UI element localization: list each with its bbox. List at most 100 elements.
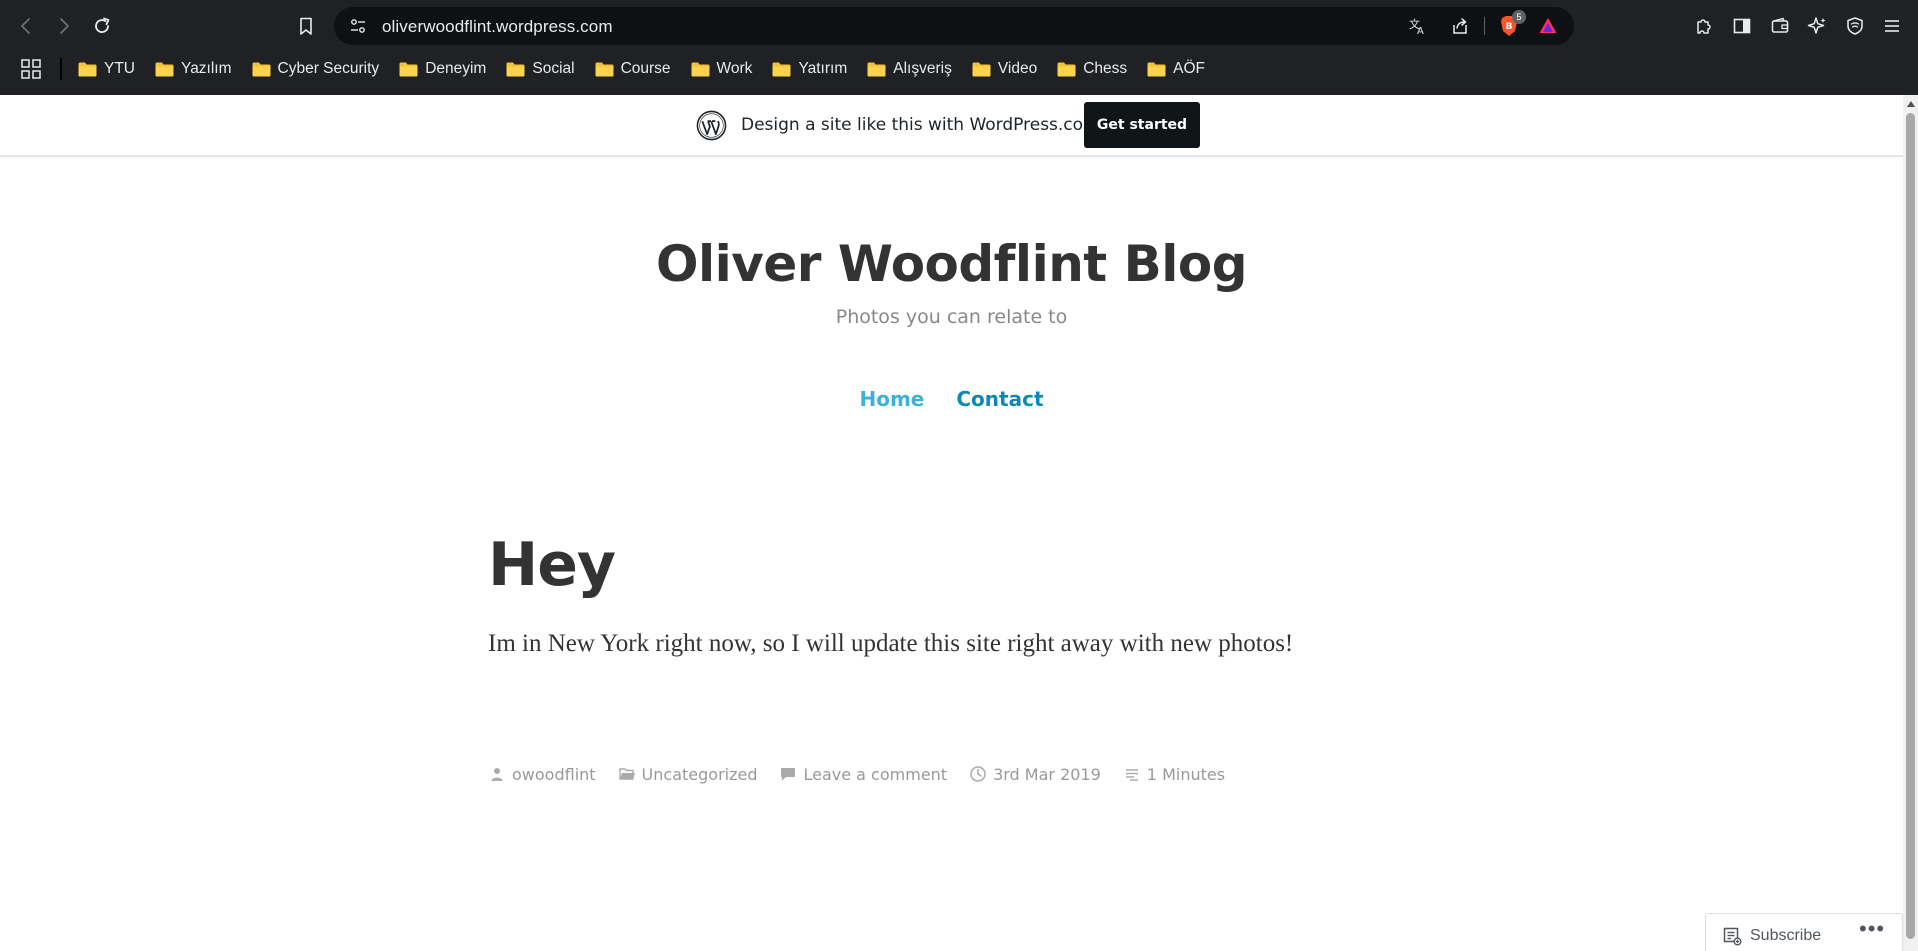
bookmark-label: Social (532, 60, 575, 77)
more-options-button[interactable]: ••• (1859, 918, 1889, 944)
bookmark-folder[interactable]: Yatırım (772, 56, 847, 82)
folder-icon (772, 62, 791, 77)
svg-text:B: B (1506, 22, 1513, 32)
post-category[interactable]: Uncategorized (618, 765, 758, 784)
folder-icon (691, 62, 710, 77)
sidebar-button[interactable] (1728, 12, 1756, 40)
folder-icon (1147, 62, 1166, 77)
subscribe-button[interactable]: Subscribe (1722, 926, 1821, 946)
reading-time-text: 1 Minutes (1146, 764, 1226, 784)
sidebar-icon (1733, 18, 1751, 34)
divider (1484, 17, 1485, 35)
bookmark-label: Video (997, 60, 1038, 77)
comment-link[interactable]: Leave a comment (803, 765, 947, 784)
bookmark-icon (300, 17, 312, 35)
bookmark-label: Yazılım (181, 60, 232, 77)
shield-icon (1847, 17, 1863, 35)
folder-icon (506, 62, 525, 77)
sparkle-icon (1807, 17, 1826, 34)
folder-icon (78, 62, 97, 77)
bookmark-folder[interactable]: Cyber Security (252, 56, 380, 82)
get-started-button[interactable]: Get started (1084, 102, 1200, 148)
svg-text:A: A (1417, 26, 1424, 36)
back-button[interactable] (12, 12, 40, 40)
bookmark-folder[interactable]: Course (595, 56, 671, 82)
reload-button[interactable] (88, 12, 116, 40)
wordpress-logo-icon[interactable] (696, 110, 727, 141)
clock-icon (970, 766, 986, 782)
folder-icon (155, 62, 174, 77)
main-navigation: Home Contact (0, 387, 1903, 411)
bookmark-folder[interactable]: Yazılım (155, 56, 232, 82)
menu-button[interactable] (1878, 12, 1906, 40)
folder-icon (595, 62, 614, 77)
vertical-scrollbar[interactable] (1903, 95, 1918, 951)
site-title[interactable]: Oliver Woodflint Blog (0, 235, 1903, 293)
bookmark-folder[interactable]: Social (506, 56, 575, 82)
category-name[interactable]: Uncategorized (642, 765, 758, 784)
folder-icon (399, 62, 418, 77)
apps-grid-icon[interactable] (20, 58, 42, 80)
share-icon[interactable] (1450, 16, 1470, 36)
folder-icon (972, 62, 991, 77)
nav-contact-link[interactable]: Contact (956, 387, 1043, 411)
vpn-button[interactable] (1841, 12, 1869, 40)
bookmark-label: Chess (1083, 60, 1128, 77)
bookmark-label: Work (716, 60, 753, 77)
folder-icon (867, 62, 886, 77)
comment-icon (781, 768, 796, 781)
scroll-up-arrow-icon[interactable] (1907, 101, 1915, 107)
bookmark-folder[interactable]: Deneyim (399, 56, 486, 82)
reload-icon (95, 17, 110, 33)
author-name[interactable]: owoodflint (512, 765, 596, 784)
extensions-button[interactable] (1690, 12, 1718, 40)
brave-rewards-icon[interactable] (1538, 16, 1558, 36)
browser-toolbar: oliverwoodflint.wordpress.com 文A B 5 (0, 0, 1918, 52)
post-meta: owoodflint Uncategorized Leave a comment… (488, 760, 1247, 788)
wallet-icon (1771, 17, 1789, 33)
bookmark-folder[interactable]: Chess (1057, 56, 1127, 82)
folder-icon (1057, 62, 1076, 77)
nav-home-link[interactable]: Home (859, 387, 924, 411)
banner-text: Design a site like this with WordPress.c… (741, 115, 1100, 135)
bookmark-folder[interactable]: Video (972, 56, 1037, 82)
translate-icon[interactable]: 文A (1408, 16, 1428, 36)
browser-chrome: oliverwoodflint.wordpress.com 文A B 5 YTU… (0, 0, 1918, 95)
puzzle-icon (1697, 19, 1711, 34)
bookmark-button[interactable] (292, 12, 320, 40)
shield-count-badge: 5 (1512, 10, 1526, 24)
site-settings-icon[interactable] (348, 16, 368, 36)
hamburger-menu-icon (1885, 20, 1899, 32)
bookmarks-divider (60, 58, 62, 80)
bookmark-folder[interactable]: Work (691, 56, 753, 82)
site-tagline: Photos you can relate to (835, 306, 1068, 328)
bookmark-folder[interactable]: AÖF (1147, 56, 1205, 82)
post-body: Im in New York right now, so I will upda… (488, 630, 1294, 657)
subscribe-icon (1723, 927, 1742, 946)
scrollbar-thumb[interactable] (1906, 113, 1915, 939)
subscribe-bar: Subscribe ••• (1705, 913, 1903, 951)
wallet-button[interactable] (1766, 12, 1794, 40)
folder-open-icon (618, 768, 635, 780)
post-date[interactable]: 3rd Mar 2019 (969, 765, 1101, 784)
bookmark-label: Cyber Security (277, 60, 380, 77)
folder-icon (252, 62, 271, 77)
wordpress-banner: Design a site like this with WordPress.c… (0, 95, 1903, 157)
post-reading-time: 1 Minutes (1123, 765, 1225, 784)
date-text[interactable]: 3rd Mar 2019 (993, 765, 1101, 784)
bookmark-label: Alışveriş (893, 60, 952, 77)
bookmark-folder[interactable]: Alışveriş (867, 56, 952, 82)
web-page: Design a site like this with WordPress.c… (0, 95, 1903, 951)
bookmark-folder[interactable]: YTU (78, 56, 135, 82)
post-author[interactable]: owoodflint (488, 765, 596, 784)
post-title[interactable]: Hey (488, 530, 616, 600)
bookmark-label: YTU (104, 60, 135, 77)
leo-ai-button[interactable] (1803, 12, 1831, 40)
url-text[interactable]: oliverwoodflint.wordpress.com (382, 17, 613, 37)
text-lines-icon (1125, 769, 1138, 781)
address-bar[interactable]: oliverwoodflint.wordpress.com 文A B 5 (334, 7, 1574, 45)
post-comments[interactable]: Leave a comment (779, 765, 947, 784)
person-icon (491, 768, 503, 781)
bookmark-label: Deneyim (425, 60, 487, 77)
forward-button[interactable] (50, 12, 78, 40)
